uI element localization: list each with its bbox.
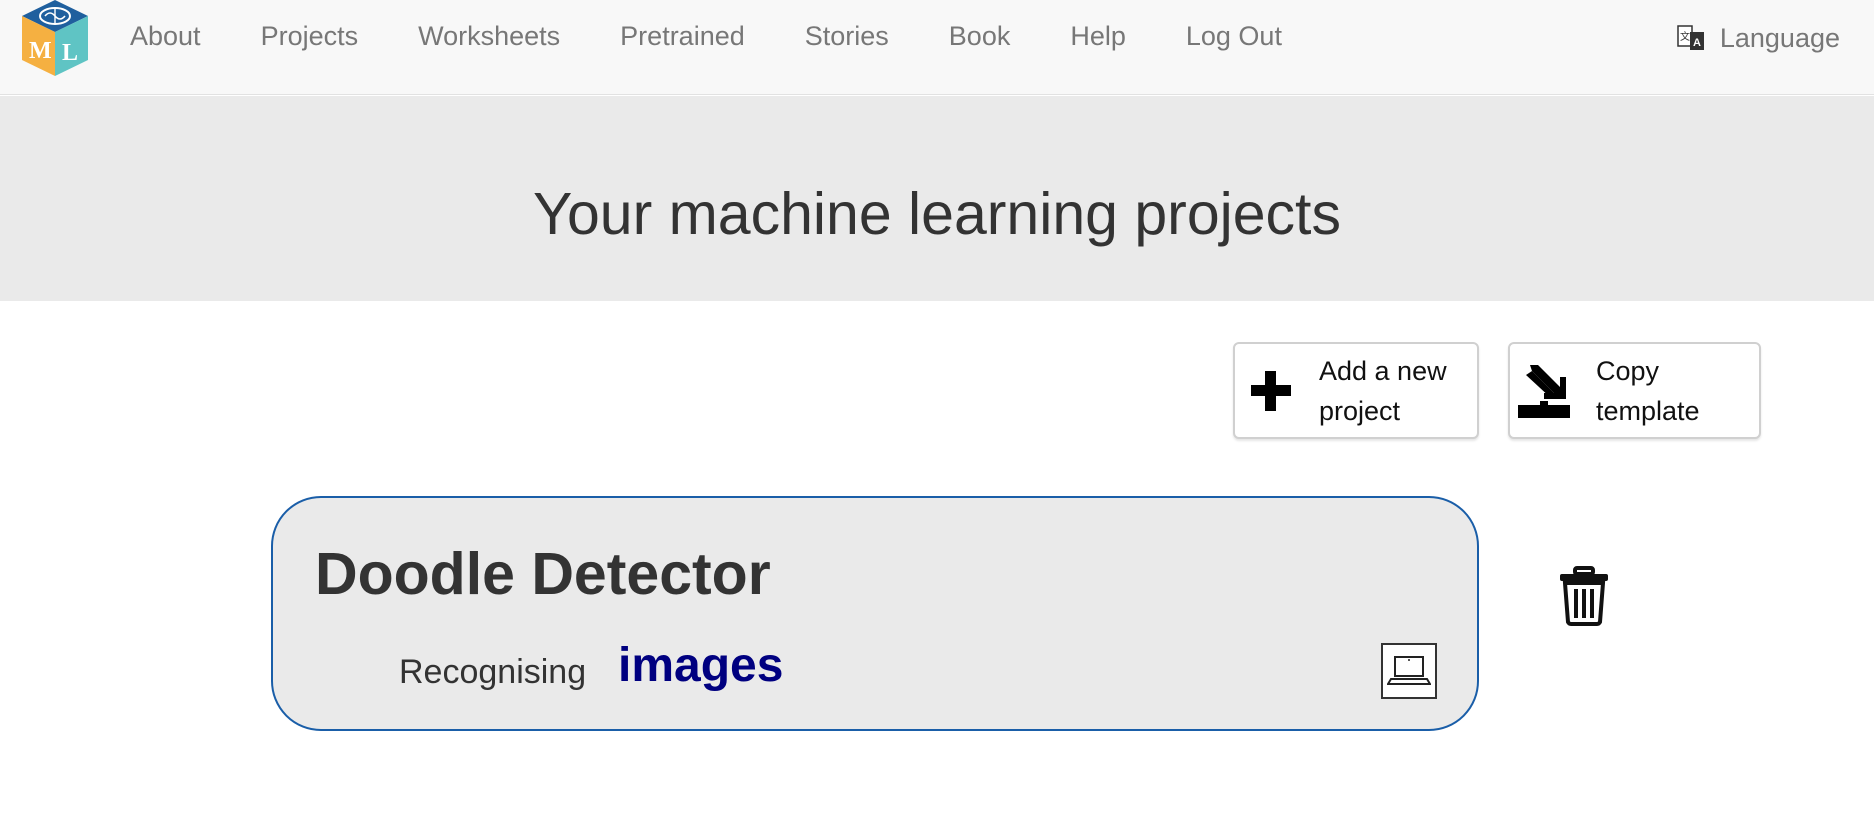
project-name: Doodle Detector <box>315 541 771 607</box>
nav-link-projects[interactable]: Projects <box>261 21 359 52</box>
project-type: images <box>618 639 784 692</box>
copy-template-label: Copy template <box>1596 355 1700 426</box>
laptop-icon <box>1381 643 1437 699</box>
ml-logo-icon[interactable]: M L <box>18 0 92 76</box>
project-card[interactable]: Doodle Detector Recognising images <box>271 496 1479 731</box>
nav-link-help[interactable]: Help <box>1070 21 1126 52</box>
language-label: Language <box>1719 22 1840 53</box>
hero-banner: Your machine learning projects <box>0 96 1874 301</box>
nav-link-about[interactable]: About <box>130 21 201 52</box>
page-title: Your machine learning projects <box>533 180 1341 247</box>
top-navbar: M L About Projects Worksheets Pretrained… <box>0 0 1874 95</box>
import-icon <box>1518 364 1570 418</box>
copy-template-button[interactable]: Copy template <box>1508 342 1761 439</box>
svg-text:M: M <box>29 38 52 64</box>
project-type-prefix: Recognising <box>399 653 587 691</box>
nav-links: About Projects Worksheets Pretrained Sto… <box>130 0 1282 72</box>
add-project-button[interactable]: Add a new project <box>1233 342 1479 439</box>
plus-icon <box>1251 370 1291 411</box>
svg-text:A: A <box>1693 37 1701 49</box>
nav-link-logout[interactable]: Log Out <box>1186 21 1282 52</box>
svg-text:文: 文 <box>1680 30 1690 43</box>
translate-icon: 文 A <box>1677 25 1704 50</box>
svg-text:L: L <box>62 40 78 66</box>
trash-icon[interactable] <box>1556 565 1612 627</box>
nav-link-worksheets[interactable]: Worksheets <box>418 21 560 52</box>
language-selector[interactable]: 文 A Language <box>1676 0 1840 76</box>
nav-link-stories[interactable]: Stories <box>805 21 889 52</box>
nav-link-pretrained[interactable]: Pretrained <box>620 21 745 52</box>
nav-link-book[interactable]: Book <box>949 21 1011 52</box>
add-project-label: Add a new project <box>1319 355 1447 426</box>
